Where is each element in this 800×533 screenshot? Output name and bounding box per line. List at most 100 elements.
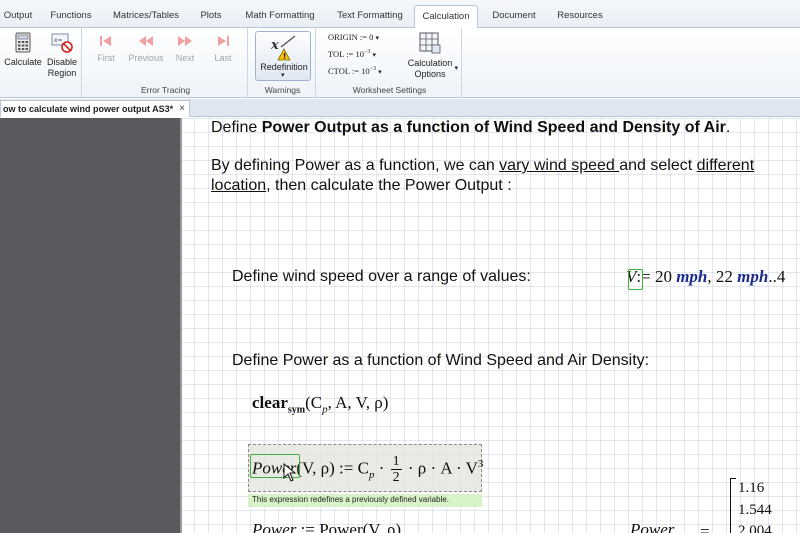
calculate-button[interactable]: Calculate	[4, 32, 42, 67]
matrix-value-2: 1.544	[738, 502, 772, 518]
origin-name: ORIGIN	[328, 32, 358, 42]
calculation-options-icon	[419, 32, 441, 54]
wind-separator: , 22	[707, 267, 738, 286]
disable-region-button[interactable]: x= Disable Region	[44, 32, 80, 79]
document-tab[interactable]: ow to calculate wind power output AS3* ×	[0, 100, 190, 117]
last-label: Last	[214, 53, 232, 63]
tab-functions[interactable]: Functions	[44, 5, 98, 28]
tab-math-formatting[interactable]: Math Formatting	[240, 5, 320, 28]
wind-speed-definition[interactable]: V:= 20 mph, 22 mph..4	[626, 267, 785, 287]
wind-variable-highlight	[628, 269, 643, 290]
paragraph-line-2[interactable]: location, then calculate the Power Outpu…	[211, 177, 512, 195]
worksheet-edge	[180, 118, 182, 533]
first-label: First	[97, 53, 115, 63]
rewind-icon	[139, 36, 153, 46]
disable-region-label: Disable Region	[46, 57, 77, 78]
clear-sym-expression[interactable]: clearsym(Cp, A, V, ρ)	[252, 393, 388, 415]
heading-prefix: Define	[211, 119, 262, 136]
tab-resources[interactable]: Resources	[552, 5, 608, 28]
power-function-rest: · ρ · A · V	[403, 458, 478, 478]
fraction-denominator: 2	[392, 470, 400, 485]
power-result-name: Power	[252, 520, 297, 533]
wind-speed-label[interactable]: Define wind speed over a range of values…	[232, 268, 531, 286]
svg-text:x=: x=	[54, 37, 63, 44]
power-evaluation[interactable]: Power := Power(V, ρ)	[252, 520, 401, 533]
left-gutter	[0, 118, 180, 533]
mouse-cursor-icon	[283, 463, 297, 482]
skip-last-icon	[218, 36, 229, 46]
tol-exponent: −3	[363, 49, 371, 56]
ribbon-tab-bar: Output Functions Matrices/Tables Plots M…	[0, 0, 800, 29]
para-underline-3: location	[211, 177, 267, 194]
tol-setting[interactable]: TOL := 10−3 ▾	[328, 49, 376, 59]
ribbon-panel: Calculate x= Disable Region First Previo…	[0, 28, 800, 98]
para-text-3: , then calculate the Power Output :	[266, 177, 512, 194]
tab-output[interactable]: Output	[0, 5, 36, 28]
ctol-exponent: −3	[369, 66, 377, 73]
calculate-group: Calculate x= Disable Region	[0, 28, 82, 98]
fraction-numerator: 1	[390, 454, 402, 470]
para-text-2: and select	[619, 157, 697, 174]
chevron-down-icon: ▾	[372, 51, 376, 59]
tol-value: 10	[355, 49, 364, 59]
wind-tail: ..4	[768, 267, 786, 286]
calculation-options-button[interactable]: Calculation Options ▾	[402, 31, 458, 80]
para-text-1: By defining Power as a function, we can	[211, 157, 500, 174]
document-tab-strip: ow to calculate wind power output AS3* ×	[0, 99, 800, 117]
equals-sign: =	[700, 522, 710, 533]
tab-text-formatting[interactable]: Text Formatting	[330, 5, 410, 28]
previous-label: Previous	[128, 53, 164, 63]
redefinition-warning-icon: x !	[270, 35, 296, 61]
tab-plots[interactable]: Plots	[192, 5, 230, 28]
power-result-rest: := Power(V, ρ)	[296, 520, 402, 533]
skip-first-icon	[100, 36, 111, 46]
chevron-down-icon: ▾	[378, 68, 382, 76]
next-error-button[interactable]: Next	[170, 32, 200, 63]
last-error-button[interactable]: Last	[208, 32, 238, 63]
chevron-down-icon: ▾	[454, 65, 458, 72]
ctol-setting[interactable]: CTOL := 10−3 ▾	[328, 66, 382, 76]
redefinition-button[interactable]: x ! Redefinition ▾	[255, 31, 311, 81]
power-function-label[interactable]: Define Power as a function of Wind Speed…	[232, 352, 649, 370]
document-tab-title: ow to calculate wind power output AS3*	[3, 104, 174, 114]
tab-matrices-tables[interactable]: Matrices/Tables	[108, 5, 184, 28]
tab-calculation[interactable]: Calculation	[414, 5, 478, 29]
clear-function: clear	[252, 393, 288, 412]
para-underline-2: different	[696, 157, 755, 174]
previous-error-button[interactable]: Previous	[128, 32, 164, 63]
chevron-down-icon: ▾	[375, 34, 380, 42]
calculator-icon	[15, 32, 31, 53]
tab-document[interactable]: Document	[486, 5, 542, 28]
redefinition-warning-message: This expression redefines a previously d…	[248, 494, 482, 507]
wind-unit-2: mph	[737, 267, 769, 286]
origin-value: 0	[369, 32, 374, 42]
chevron-down-icon: ▾	[281, 72, 285, 79]
origin-setting[interactable]: ORIGIN := 0 ▾	[328, 32, 379, 42]
heading-bold: Power Output as a function of Wind Speed…	[261, 119, 726, 136]
calculation-options-label: Calculation Options	[407, 58, 453, 79]
matrix-value-3: 2.004	[738, 523, 772, 533]
clear-args: (C	[305, 393, 323, 412]
paragraph-line-1[interactable]: By defining Power as a function, we can …	[211, 157, 754, 175]
worksheet-canvas[interactable]: Define Power Output as a function of Win…	[180, 118, 800, 533]
wind-unit-1: mph	[676, 267, 708, 286]
power-exponent: 3	[477, 457, 484, 470]
heading-text[interactable]: Define Power Output as a function of Win…	[211, 119, 730, 137]
power-display[interactable]: Power	[630, 520, 674, 533]
power-function-args: (V, ρ) := C	[296, 458, 369, 478]
result-matrix[interactable]: 1.16 1.544 2.004	[730, 478, 790, 533]
clear-subscript: sym	[287, 404, 306, 416]
next-label: Next	[175, 53, 195, 63]
warnings-label: Warnings	[264, 85, 301, 95]
error-tracing-group: First Previous Next Last Error Tracing	[84, 28, 248, 98]
para-underline-1: vary wind speed	[499, 157, 620, 174]
first-error-button[interactable]: First	[90, 32, 122, 63]
worksheet-settings-label: Worksheet Settings	[352, 85, 427, 95]
clear-args-rest: , A, V, ρ)	[327, 393, 389, 412]
disable-region-icon: x=	[51, 33, 73, 53]
close-icon[interactable]: ×	[179, 103, 185, 114]
matrix-bracket	[730, 478, 736, 533]
heading-suffix: .	[725, 119, 731, 136]
calculate-label: Calculate	[4, 57, 42, 67]
tol-name: TOL	[328, 49, 345, 59]
